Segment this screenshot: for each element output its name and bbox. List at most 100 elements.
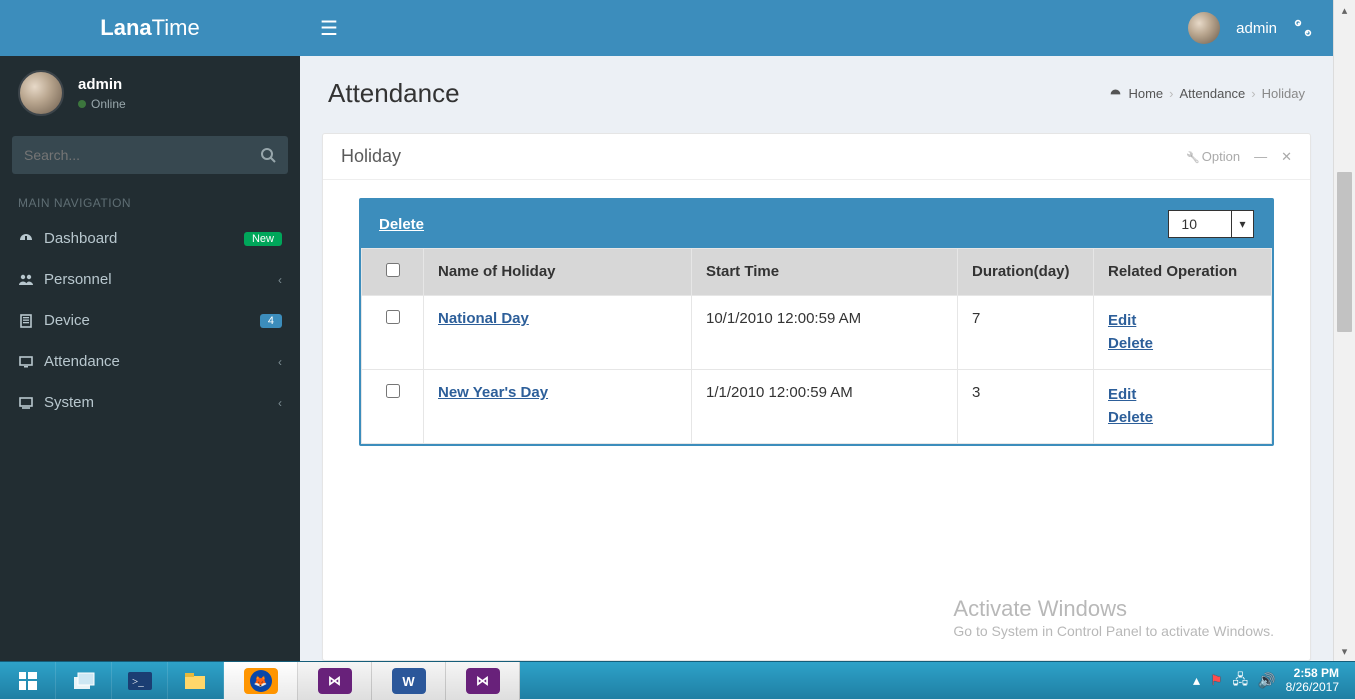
topbar: ☰ admin [300,0,1333,56]
taskbar-app-word[interactable]: W [372,662,446,700]
system-tray: ▴ ⚑ 🖧 🔊 2:58 PM 8/26/2017 [1183,667,1355,693]
brand[interactable]: LanaTime [0,0,300,56]
nav-header: MAIN NAVIGATION [0,182,300,218]
brand-first: Lana [100,15,151,40]
scroll-down-icon[interactable]: ▾ [1334,641,1355,661]
panel-option[interactable]: Option [1186,149,1240,164]
monitor-icon [18,354,44,370]
chevron-down-icon[interactable]: ▾ [1231,211,1253,237]
page-size-value: 10 [1169,216,1231,232]
panel-close-icon[interactable]: ✕ [1281,149,1292,165]
taskbar: >_ 🦊 ⋈ W ⋈ ▴ ⚑ 🖧 🔊 2:58 PM 8/26/2017 [0,661,1355,699]
clock-date: 8/26/2017 [1286,681,1339,694]
dashboard-crumb-icon [1109,87,1122,100]
holiday-name-link[interactable]: National Day [438,310,529,327]
sidebar-item-dashboard[interactable]: Dashboard New [0,218,300,259]
hamburger-icon[interactable]: ☰ [320,16,338,41]
user-panel: admin Online [0,56,300,126]
holiday-inner-box: Delete 10 ▾ Name of Holiday Start [359,198,1274,446]
windows-watermark: Activate Windows Go to System in Control… [953,596,1274,642]
row-edit-link[interactable]: Edit [1108,310,1257,333]
tray-flag-icon[interactable]: ⚑ [1210,672,1223,689]
svg-text:>_: >_ [132,676,144,688]
file-manager-icon[interactable] [56,662,112,699]
avatar[interactable] [18,70,64,116]
col-start: Start Time [692,249,958,296]
col-name: Name of Holiday [424,249,692,296]
sidebar: LanaTime admin Online MAIN NAVIGATION Da… [0,0,300,661]
row-start: 10/1/2010 12:00:59 AM [692,296,958,370]
user-status-label: Online [91,97,126,111]
tray-up-icon[interactable]: ▴ [1193,672,1200,689]
settings-icon[interactable] [1293,18,1313,38]
breadcrumb: Home › Attendance › Holiday [1109,86,1305,101]
page-title: Attendance [328,78,460,109]
topbar-user[interactable]: admin [1236,20,1277,37]
chevron-left-icon: ‹ [278,355,282,369]
select-all-checkbox[interactable] [386,263,400,277]
table-row: New Year's Day 1/1/2010 12:00:59 AM 3 Ed… [362,370,1272,444]
user-name: admin [78,76,126,93]
dashboard-icon [18,231,44,247]
crumb-holiday: Holiday [1262,86,1305,101]
online-dot-icon [78,100,86,108]
sidebar-item-device[interactable]: Device 4 [0,300,300,341]
taskbar-app-vs2[interactable]: ⋈ [446,662,520,700]
users-icon [18,272,44,288]
page-size-select[interactable]: 10 ▾ [1168,210,1254,238]
start-button[interactable] [0,662,56,699]
watermark-title: Activate Windows [953,596,1274,622]
holiday-table: Name of Holiday Start Time Duration(day)… [361,248,1272,444]
topbar-avatar[interactable] [1188,12,1220,44]
powershell-icon[interactable]: >_ [112,662,168,699]
user-status: Online [78,97,126,111]
row-delete-link[interactable]: Delete [1108,333,1257,356]
row-duration: 3 [958,370,1094,444]
sidebar-item-label: Attendance [44,353,278,370]
sidebar-item-label: Personnel [44,271,278,288]
content-header: Attendance Home › Attendance › Holiday [300,56,1333,117]
crumb-home[interactable]: Home [1128,86,1163,101]
row-checkbox[interactable] [386,384,400,398]
row-edit-link[interactable]: Edit [1108,384,1257,407]
table-row: National Day 10/1/2010 12:00:59 AM 7 Edi… [362,296,1272,370]
brand-second: Time [152,15,200,40]
search-icon[interactable] [260,147,276,163]
scroll-up-icon[interactable]: ▴ [1334,0,1355,20]
holiday-name-link[interactable]: New Year's Day [438,384,548,401]
row-delete-link[interactable]: Delete [1108,407,1257,430]
sidebar-item-label: Dashboard [44,230,244,247]
col-duration: Duration(day) [958,249,1094,296]
sidebar-item-label: Device [44,312,260,329]
panel-header: Holiday Option — ✕ [323,134,1310,180]
row-start: 1/1/2010 12:00:59 AM [692,370,958,444]
device-icon [18,313,44,329]
browser-scrollbar[interactable]: ▴ ▾ [1333,0,1355,661]
chevron-left-icon: ‹ [278,396,282,410]
inner-toolbar: Delete 10 ▾ [361,200,1272,248]
bulk-delete-link[interactable]: Delete [379,216,424,233]
sidebar-item-attendance[interactable]: Attendance ‹ [0,341,300,382]
tray-volume-icon[interactable]: 🔊 [1258,672,1275,689]
main: ☰ admin Attendance Home › Attendance › H… [300,0,1333,661]
col-ops: Related Operation [1094,249,1272,296]
search-input[interactable] [24,147,260,163]
sidebar-item-personnel[interactable]: Personnel ‹ [0,259,300,300]
panel-minimize-icon[interactable]: — [1254,149,1267,164]
tray-clock[interactable]: 2:58 PM 8/26/2017 [1286,667,1345,693]
row-duration: 7 [958,296,1094,370]
watermark-sub: Go to System in Control Panel to activat… [953,622,1274,642]
tray-network-icon[interactable]: 🖧 [1233,669,1249,693]
row-checkbox[interactable] [386,310,400,324]
explorer-icon[interactable] [168,662,224,699]
taskbar-app-vs1[interactable]: ⋈ [298,662,372,700]
chevron-left-icon: ‹ [278,273,282,287]
nav-badge-count: 4 [260,314,282,328]
crumb-attendance[interactable]: Attendance [1180,86,1246,101]
taskbar-app-firefox[interactable]: 🦊 [224,662,298,700]
panel-holiday: Holiday Option — ✕ Delete 10 ▾ [322,133,1311,661]
system-icon [18,395,44,411]
search-box[interactable] [12,136,288,174]
scroll-thumb[interactable] [1337,172,1352,332]
sidebar-item-system[interactable]: System ‹ [0,382,300,423]
